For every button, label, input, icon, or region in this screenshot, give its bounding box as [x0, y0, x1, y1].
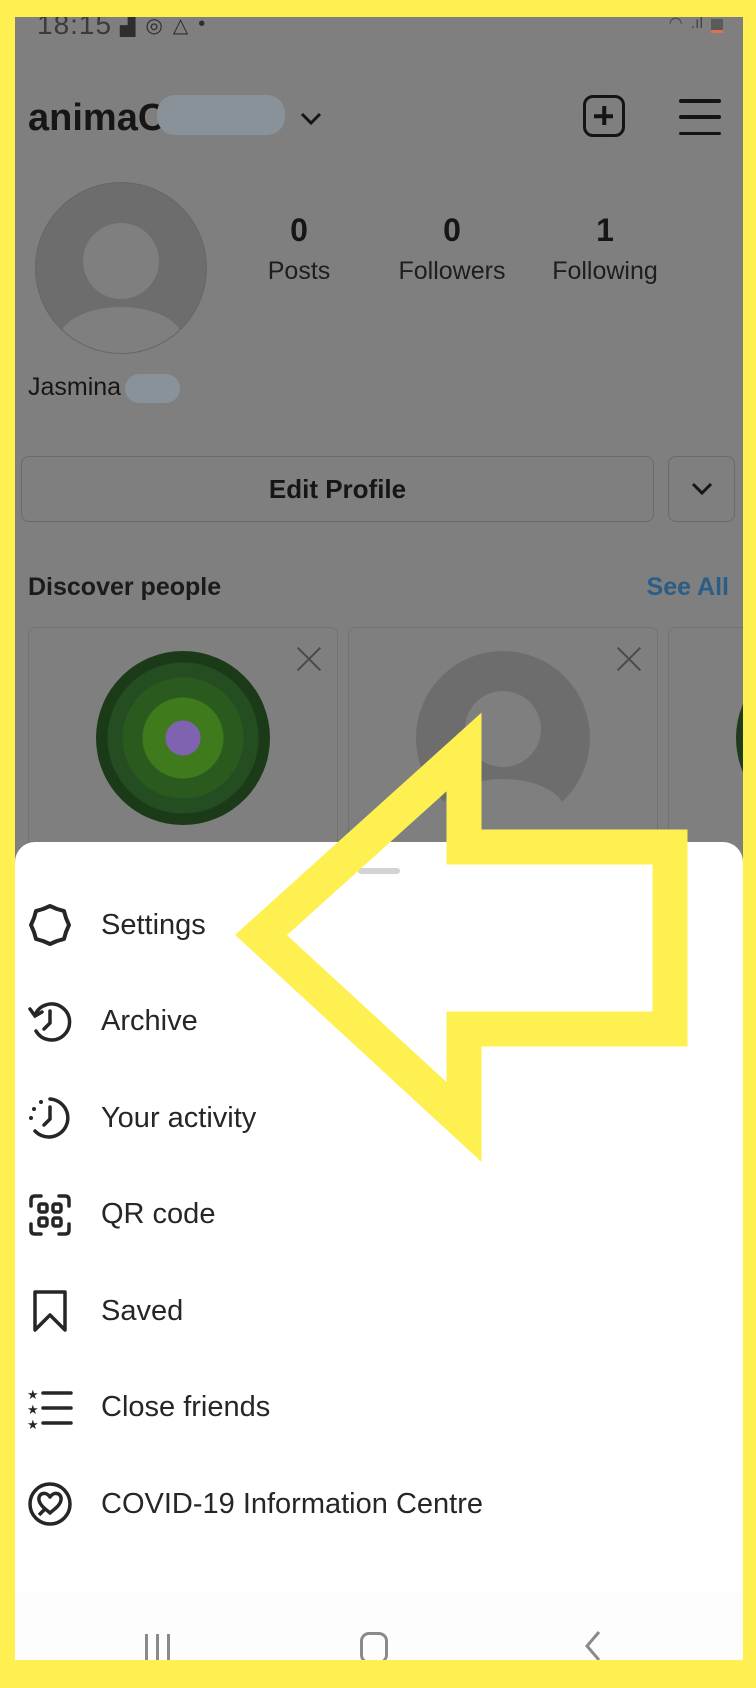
phone-screen: 18:15 ▟ ◎ △ • ◠ .ıl animaC 0 Posts 0 Fol…	[15, 17, 743, 1660]
dismiss-icon[interactable]	[295, 646, 321, 672]
svg-text:★: ★	[27, 1418, 39, 1431]
plus-square-icon[interactable]	[583, 95, 625, 137]
menu-item-archive[interactable]: Archive	[15, 974, 743, 1071]
menu-item-saved[interactable]: Saved	[15, 1263, 743, 1360]
profile-avatar[interactable]	[35, 182, 207, 354]
menu-item-label: Archive	[101, 1005, 198, 1038]
drive-icon: △	[172, 17, 189, 37]
suggestion-avatar-photo	[96, 651, 270, 825]
status-bar: 18:15 ▟ ◎ △ • ◠ .ıl	[15, 17, 743, 47]
menu-item-your-activity[interactable]: Your activity	[15, 1070, 743, 1167]
signal-icon: .ıl	[690, 17, 703, 32]
suggestion-avatar-default	[416, 651, 590, 825]
hamburger-menu-icon[interactable]	[679, 99, 721, 135]
see-all-link[interactable]: See All	[647, 573, 729, 602]
sheet-drag-handle[interactable]	[358, 868, 400, 874]
username[interactable]: animaC	[28, 97, 165, 140]
suggestion-avatar-photo	[736, 651, 743, 825]
menu-item-label: COVID-19 Information Centre	[101, 1487, 483, 1520]
covid-heart-icon	[27, 1481, 73, 1527]
stat-label: Posts	[267, 257, 331, 285]
menu-item-label: QR code	[101, 1198, 216, 1231]
stat-label: Followers	[398, 257, 506, 285]
chevron-down-icon	[691, 482, 712, 496]
menu-item-qr-code[interactable]: QR code	[15, 1167, 743, 1264]
edit-profile-button[interactable]: Edit Profile	[21, 456, 654, 522]
menu-item-settings[interactable]: Settings	[15, 877, 743, 974]
svg-text:★: ★	[27, 1403, 39, 1418]
full-name: Jasmina	[28, 373, 122, 401]
back-chevron-icon	[585, 1631, 601, 1660]
settings-icon	[27, 902, 73, 948]
sync-icon: ◎	[145, 17, 163, 37]
stat-value: 1	[596, 212, 614, 248]
stat-followers[interactable]: 0 Followers	[377, 212, 527, 286]
stat-label: Following	[552, 257, 658, 285]
activity-icon	[27, 1095, 73, 1141]
discover-people-title: Discover people	[28, 573, 222, 601]
wifi-icon: ◠	[668, 17, 683, 32]
profile-menu-sheet: Settings Archive Your activity QR code S…	[15, 842, 743, 1660]
close-friends-icon: ★ ★ ★	[27, 1385, 73, 1431]
menu-item-label: Your activity	[101, 1101, 257, 1134]
dismiss-icon[interactable]	[615, 646, 641, 672]
account-switch-chevron-icon[interactable]	[300, 105, 322, 133]
menu-list: Settings Archive Your activity QR code S…	[15, 877, 743, 1553]
svg-text:★: ★	[27, 1388, 39, 1403]
home-button[interactable]	[360, 1632, 388, 1660]
menu-item-label: Close friends	[101, 1391, 271, 1424]
menu-item-label: Saved	[101, 1294, 184, 1327]
menu-item-covid-info[interactable]: COVID-19 Information Centre	[15, 1456, 743, 1553]
recent-apps-button[interactable]	[145, 1634, 170, 1660]
archive-icon	[27, 999, 73, 1045]
status-time: 18:15	[37, 17, 113, 40]
back-button[interactable]	[583, 1630, 603, 1660]
discover-toggle-button[interactable]	[668, 456, 735, 522]
stat-value: 0	[443, 212, 461, 248]
profile-header: animaC	[15, 77, 743, 157]
system-nav-bar	[15, 1592, 743, 1660]
battery-icon	[711, 19, 723, 33]
menu-item-close-friends[interactable]: ★ ★ ★ Close friends	[15, 1360, 743, 1457]
stat-posts[interactable]: 0 Posts	[224, 212, 374, 286]
image-icon: ▟	[120, 17, 136, 37]
redacted-full-name	[125, 374, 180, 403]
qr-code-icon	[27, 1192, 73, 1238]
bookmark-icon	[27, 1288, 73, 1334]
stat-value: 0	[290, 212, 308, 248]
menu-item-label: Settings	[101, 908, 206, 941]
redacted-username	[157, 95, 285, 135]
dot-icon: •	[198, 17, 206, 35]
stat-following[interactable]: 1 Following	[530, 212, 680, 286]
